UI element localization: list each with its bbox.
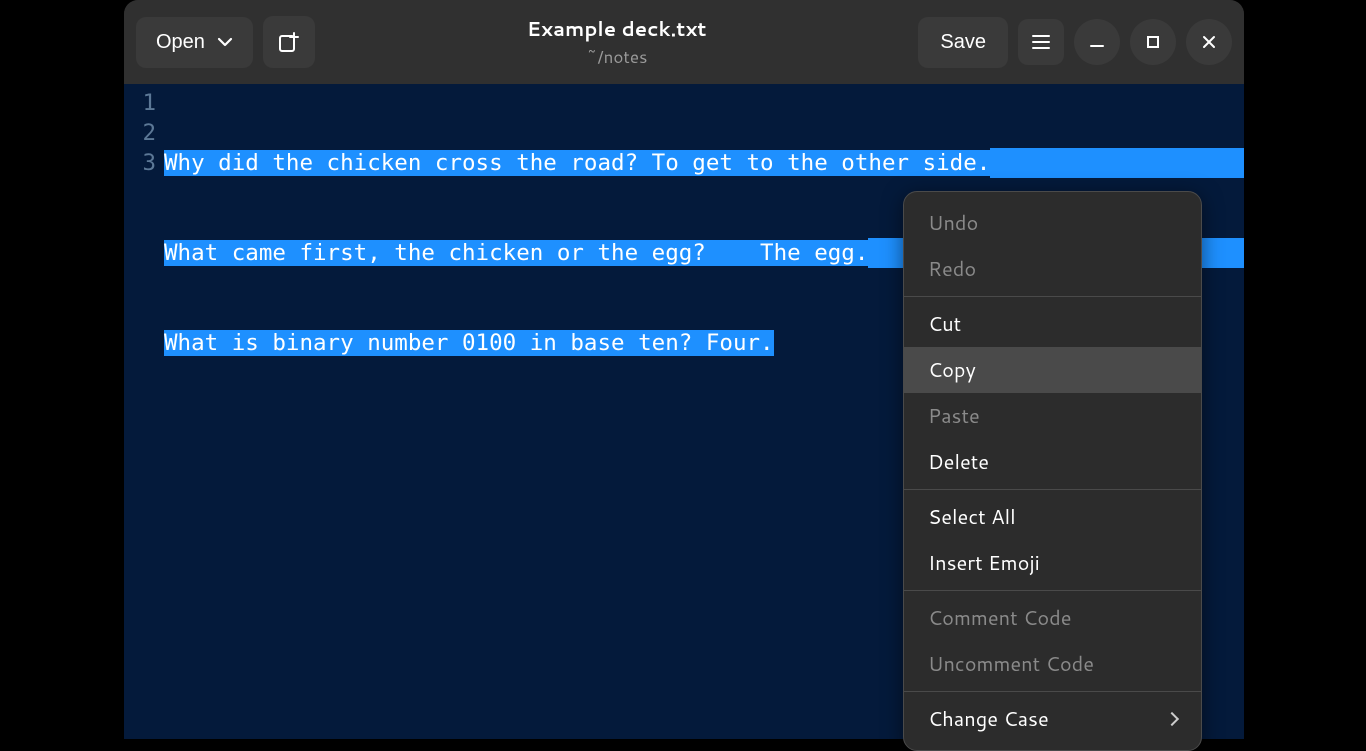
- minimize-icon: [1087, 32, 1107, 52]
- line-number-gutter: 1 2 3: [124, 84, 162, 178]
- menu-item-delete[interactable]: Delete: [904, 439, 1201, 485]
- menu-separator: [904, 296, 1201, 297]
- line-number: 3: [124, 148, 156, 178]
- menu-separator: [904, 691, 1201, 692]
- header-title-area: Example deck.txt ~/notes: [325, 15, 908, 69]
- menu-separator: [904, 590, 1201, 591]
- close-button[interactable]: [1186, 19, 1232, 65]
- header-left: Open: [136, 16, 315, 68]
- menu-item-change-case[interactable]: Change Case: [904, 696, 1201, 742]
- menu-item-insert-emoji[interactable]: Insert Emoji: [904, 540, 1201, 586]
- new-tab-button[interactable]: [263, 16, 315, 68]
- line-number: 2: [124, 118, 156, 148]
- window-subtitle: ~/notes: [325, 45, 908, 69]
- selected-text[interactable]: What is binary number 0100 in base ten? …: [164, 330, 774, 356]
- context-menu: Undo Redo Cut Copy Paste Delete Select A…: [903, 191, 1202, 751]
- maximize-button[interactable]: [1130, 19, 1176, 65]
- headerbar: Open Example deck.txt ~/notes Save: [124, 0, 1244, 84]
- minimize-button[interactable]: [1074, 19, 1120, 65]
- menu-item-cut[interactable]: Cut: [904, 301, 1201, 347]
- selected-text[interactable]: What came first, the chicken or the egg?…: [164, 240, 868, 266]
- window-title: Example deck.txt: [325, 15, 908, 43]
- maximize-icon: [1143, 32, 1163, 52]
- save-button[interactable]: Save: [918, 17, 1008, 68]
- menu-item-copy[interactable]: Copy: [904, 347, 1201, 393]
- menu-item-select-all[interactable]: Select All: [904, 494, 1201, 540]
- menu-separator: [904, 489, 1201, 490]
- open-button[interactable]: Open: [136, 17, 253, 68]
- menu-item-redo[interactable]: Redo: [904, 246, 1201, 292]
- hamburger-icon: [1031, 32, 1051, 52]
- header-right: Save: [918, 17, 1232, 68]
- line-number: 1: [124, 88, 156, 118]
- menu-item-paste[interactable]: Paste: [904, 393, 1201, 439]
- menu-item-uncomment-code[interactable]: Uncomment Code: [904, 641, 1201, 687]
- menu-item-undo[interactable]: Undo: [904, 200, 1201, 246]
- new-tab-icon: [277, 30, 301, 54]
- menu-item-label: Change Case: [928, 705, 1049, 733]
- selected-text[interactable]: Why did the chicken cross the road? To g…: [164, 150, 990, 176]
- hamburger-menu-button[interactable]: [1018, 19, 1064, 65]
- open-button-label: Open: [156, 31, 205, 54]
- selection-extend: [990, 148, 1244, 178]
- text-line[interactable]: Why did the chicken cross the road? To g…: [164, 148, 1244, 178]
- chevron-right-icon: [1165, 712, 1179, 726]
- close-icon: [1199, 32, 1219, 52]
- menu-item-comment-code[interactable]: Comment Code: [904, 595, 1201, 641]
- chevron-down-icon: [217, 34, 233, 50]
